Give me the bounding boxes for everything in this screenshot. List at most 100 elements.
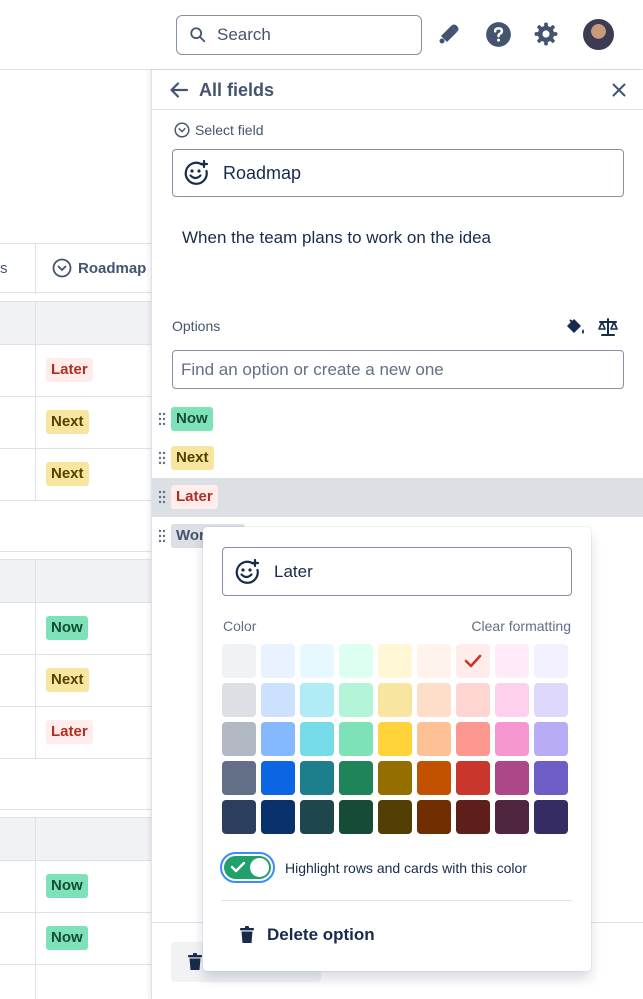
notification-icon[interactable] [435,20,463,48]
roadmap-tag: Now [46,926,88,950]
paint-bucket-icon[interactable] [564,316,586,338]
table-row[interactable]: Now [0,913,151,965]
color-swatch[interactable] [300,800,334,834]
color-swatch[interactable] [300,683,334,717]
field-name-input[interactable]: Roadmap [172,149,624,197]
clear-formatting-link[interactable]: Clear formatting [471,618,571,634]
table-row[interactable] [0,965,151,999]
color-swatch[interactable] [534,761,568,795]
color-swatch[interactable] [534,644,568,678]
table-row[interactable]: Now [0,861,151,913]
help-icon[interactable] [484,20,512,48]
drag-handle-icon[interactable] [158,490,166,504]
color-swatch[interactable] [339,683,373,717]
table-row[interactable]: Next [0,397,151,449]
highlight-toggle[interactable] [220,852,275,883]
color-swatch[interactable] [495,722,529,756]
close-icon[interactable] [610,81,628,99]
color-swatch[interactable] [456,722,490,756]
color-label: Color [223,618,257,634]
table-header: s Roadmap [0,243,151,294]
color-swatch[interactable] [495,761,529,795]
color-swatch[interactable] [300,761,334,795]
color-swatch[interactable] [378,722,412,756]
emoji-add-icon[interactable] [183,160,209,186]
color-swatch[interactable] [339,800,373,834]
color-swatch[interactable] [495,800,529,834]
roadmap-tag: Now [46,874,88,898]
color-swatch[interactable] [222,683,256,717]
option-row-next[interactable]: Next [152,439,643,478]
color-swatch[interactable] [417,722,451,756]
field-name-value: Roadmap [223,162,302,183]
option-name-input[interactable]: Later [222,547,572,596]
table-row[interactable]: Next [0,655,151,707]
color-swatch[interactable] [456,761,490,795]
group-row[interactable] [0,559,151,604]
color-swatch[interactable] [378,644,412,678]
color-swatch[interactable] [300,644,334,678]
color-swatch[interactable] [300,722,334,756]
group-row[interactable] [0,301,151,346]
table-row[interactable]: Later [0,345,151,397]
color-swatch[interactable] [378,683,412,717]
color-swatch[interactable] [378,800,412,834]
color-swatch[interactable] [222,644,256,678]
table-row-empty[interactable] [0,501,151,552]
color-swatch[interactable] [417,683,451,717]
settings-icon[interactable] [532,20,560,48]
color-swatch[interactable] [339,722,373,756]
emoji-add-icon[interactable] [234,558,260,585]
color-swatch[interactable] [495,644,529,678]
option-tag[interactable]: Next [171,446,214,470]
table-row[interactable]: Next [0,449,151,501]
color-swatch[interactable] [495,683,529,717]
table-row-empty[interactable] [0,759,151,810]
option-tag[interactable]: Now [171,407,213,431]
group-row[interactable] [0,817,151,862]
drag-handle-icon[interactable] [158,412,166,426]
roadmap-tag: Next [46,410,89,434]
drag-handle-icon[interactable] [158,529,166,543]
drag-handle-icon[interactable] [158,451,166,465]
table-row[interactable]: Later [0,707,151,759]
color-swatch[interactable] [222,800,256,834]
search-input[interactable]: Search [176,15,422,55]
find-option-input[interactable]: Find an option or create a new one [172,350,624,389]
delete-option-button[interactable]: Delete option [239,925,375,945]
panel-title: All fields [199,80,275,100]
table-row[interactable]: Now [0,603,151,655]
color-swatch[interactable] [261,683,295,717]
roadmap-tag: Later [46,720,93,744]
field-description[interactable]: When the team plans to work on the idea [182,228,491,248]
color-swatch[interactable] [378,761,412,795]
color-swatch[interactable] [534,800,568,834]
color-swatch[interactable] [534,722,568,756]
color-swatch[interactable] [417,800,451,834]
color-swatch[interactable] [222,722,256,756]
color-swatch[interactable] [222,761,256,795]
color-swatch[interactable] [339,761,373,795]
color-swatch[interactable] [456,644,490,678]
color-swatch[interactable] [339,644,373,678]
color-swatch[interactable] [261,761,295,795]
divider [222,900,572,901]
color-swatch[interactable] [261,644,295,678]
roadmap-column-header[interactable]: Roadmap [52,258,146,278]
color-swatch[interactable] [534,683,568,717]
option-row-later[interactable]: Later [152,478,643,517]
color-swatch[interactable] [417,761,451,795]
highlight-toggle-row: Highlight rows and cards with this color [220,852,527,883]
color-swatch[interactable] [456,800,490,834]
color-swatch[interactable] [261,800,295,834]
select-field-toggle[interactable]: Select field [174,122,263,138]
scale-icon[interactable] [597,316,619,338]
option-row-now[interactable]: Now [152,400,643,439]
color-swatch[interactable] [456,683,490,717]
avatar[interactable] [583,19,614,50]
trash-icon [240,926,254,943]
option-tag[interactable]: Later [171,485,218,509]
back-arrow-icon[interactable] [168,79,190,101]
color-swatch[interactable] [417,644,451,678]
color-swatch[interactable] [261,722,295,756]
